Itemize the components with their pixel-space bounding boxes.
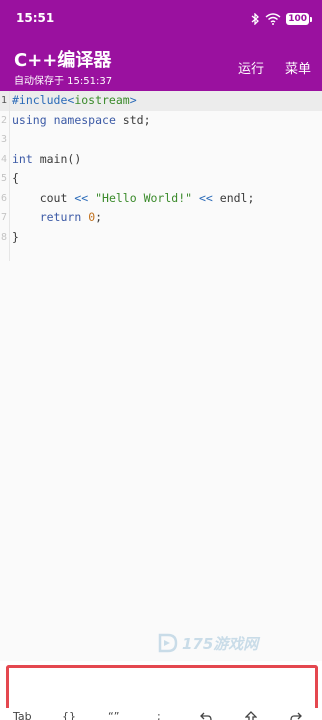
- code-line[interactable]: 1 #include<iostream>: [0, 91, 322, 111]
- quotes-key[interactable]: “”: [108, 710, 119, 720]
- semicolon-key[interactable]: ;: [157, 710, 161, 720]
- code-editor[interactable]: 1 #include<iostream> 2 using namespace s…: [0, 91, 322, 661]
- code-text: #include<iostream>: [12, 93, 137, 107]
- code-line[interactable]: 3: [0, 130, 322, 150]
- battery-level: 100: [286, 13, 309, 25]
- bluetooth-icon: [251, 13, 260, 25]
- app-title: C++编译器: [14, 50, 112, 71]
- line-number: 2: [0, 114, 8, 126]
- code-text: {: [12, 171, 19, 185]
- code-line[interactable]: 8 }: [0, 228, 322, 248]
- line-number: 4: [0, 153, 8, 165]
- code-line[interactable]: 5 {: [0, 169, 322, 189]
- status-time: 15:51: [16, 11, 55, 25]
- tab-key[interactable]: Tab: [13, 710, 32, 720]
- format-icon[interactable]: [245, 711, 257, 720]
- watermark-text: 175游戏网: [182, 634, 259, 653]
- redo-icon[interactable]: [290, 711, 302, 720]
- line-number: 6: [0, 192, 8, 204]
- code-line[interactable]: 2 using namespace std;: [0, 111, 322, 131]
- line-number: 8: [0, 231, 8, 243]
- autosave-status: 自动保存于 15:51:37: [14, 76, 113, 87]
- line-number: 5: [0, 173, 8, 184]
- braces-key[interactable]: {}: [62, 710, 76, 720]
- app-bar: C++编译器 自动保存于 15:51:37 运行 菜单: [0, 38, 322, 91]
- shortcut-bar: Tab {} “” ;: [0, 708, 322, 720]
- code-line[interactable]: 7 return 0;: [0, 208, 322, 228]
- code-text: return 0;: [39, 210, 103, 224]
- battery-icon: 100: [286, 13, 312, 25]
- line-number: 1: [0, 95, 8, 106]
- input-field[interactable]: [6, 665, 318, 708]
- menu-button[interactable]: 菜单: [285, 58, 311, 77]
- status-icons: 100: [250, 10, 312, 28]
- undo-icon[interactable]: [200, 711, 212, 720]
- line-number: 3: [0, 134, 8, 145]
- code-line[interactable]: 4 int main(): [0, 150, 322, 170]
- code-line[interactable]: 6 cout << "Hello World!" << endl;: [0, 189, 322, 209]
- gutter-divider: [9, 91, 10, 261]
- status-bar: 15:51 100: [0, 0, 322, 38]
- watermark-logo: [158, 633, 178, 653]
- battery-tip: [310, 16, 312, 22]
- wifi-icon: [265, 13, 281, 25]
- code-text: using namespace std;: [12, 112, 151, 127]
- run-button[interactable]: 运行: [238, 58, 264, 77]
- code-text: int main(): [12, 151, 82, 166]
- watermark: 175游戏网: [156, 632, 258, 654]
- code-text: cout << "Hello World!" << endl;: [12, 190, 255, 205]
- line-number: 7: [0, 212, 8, 223]
- code-text: }: [12, 229, 19, 244]
